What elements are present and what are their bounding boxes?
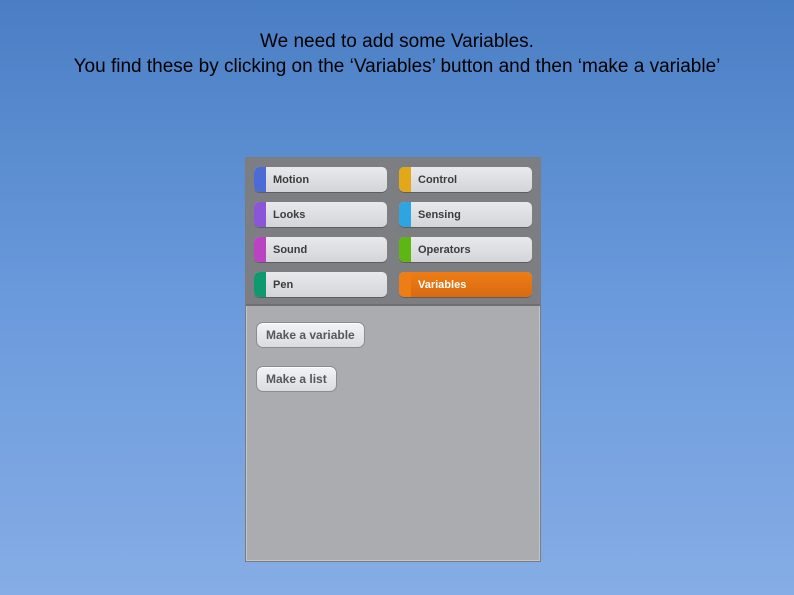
instruction-text: We need to add some Variables. You find … — [0, 0, 794, 79]
sensing-color-tab — [399, 202, 411, 227]
operators-color-tab — [399, 237, 411, 262]
category-label: Operators — [411, 237, 532, 262]
category-sound[interactable]: Sound — [254, 237, 387, 262]
scratch-palette-panel: Motion Control Looks Sensing Sound Opera… — [245, 157, 541, 562]
category-variables[interactable]: Variables — [399, 272, 532, 297]
pen-color-tab — [254, 272, 266, 297]
category-label: Motion — [266, 167, 387, 192]
category-operators[interactable]: Operators — [399, 237, 532, 262]
category-label: Pen — [266, 272, 387, 297]
variables-workspace: Make a variable Make a list — [246, 306, 540, 426]
instruction-line1: We need to add some Variables. — [260, 31, 534, 52]
variables-color-tab — [399, 272, 411, 297]
motion-color-tab — [254, 167, 266, 192]
instruction-line2: You find these by clicking on the ‘Varia… — [74, 56, 721, 77]
looks-color-tab — [254, 202, 266, 227]
category-label: Looks — [266, 202, 387, 227]
category-motion[interactable]: Motion — [254, 167, 387, 192]
category-label: Variables — [411, 272, 532, 297]
category-sensing[interactable]: Sensing — [399, 202, 532, 227]
category-palette: Motion Control Looks Sensing Sound Opera… — [246, 158, 540, 306]
category-control[interactable]: Control — [399, 167, 532, 192]
make-list-button[interactable]: Make a list — [256, 366, 337, 392]
category-looks[interactable]: Looks — [254, 202, 387, 227]
category-label: Control — [411, 167, 532, 192]
category-pen[interactable]: Pen — [254, 272, 387, 297]
make-variable-button[interactable]: Make a variable — [256, 322, 365, 348]
sound-color-tab — [254, 237, 266, 262]
category-label: Sound — [266, 237, 387, 262]
category-label: Sensing — [411, 202, 532, 227]
control-color-tab — [399, 167, 411, 192]
